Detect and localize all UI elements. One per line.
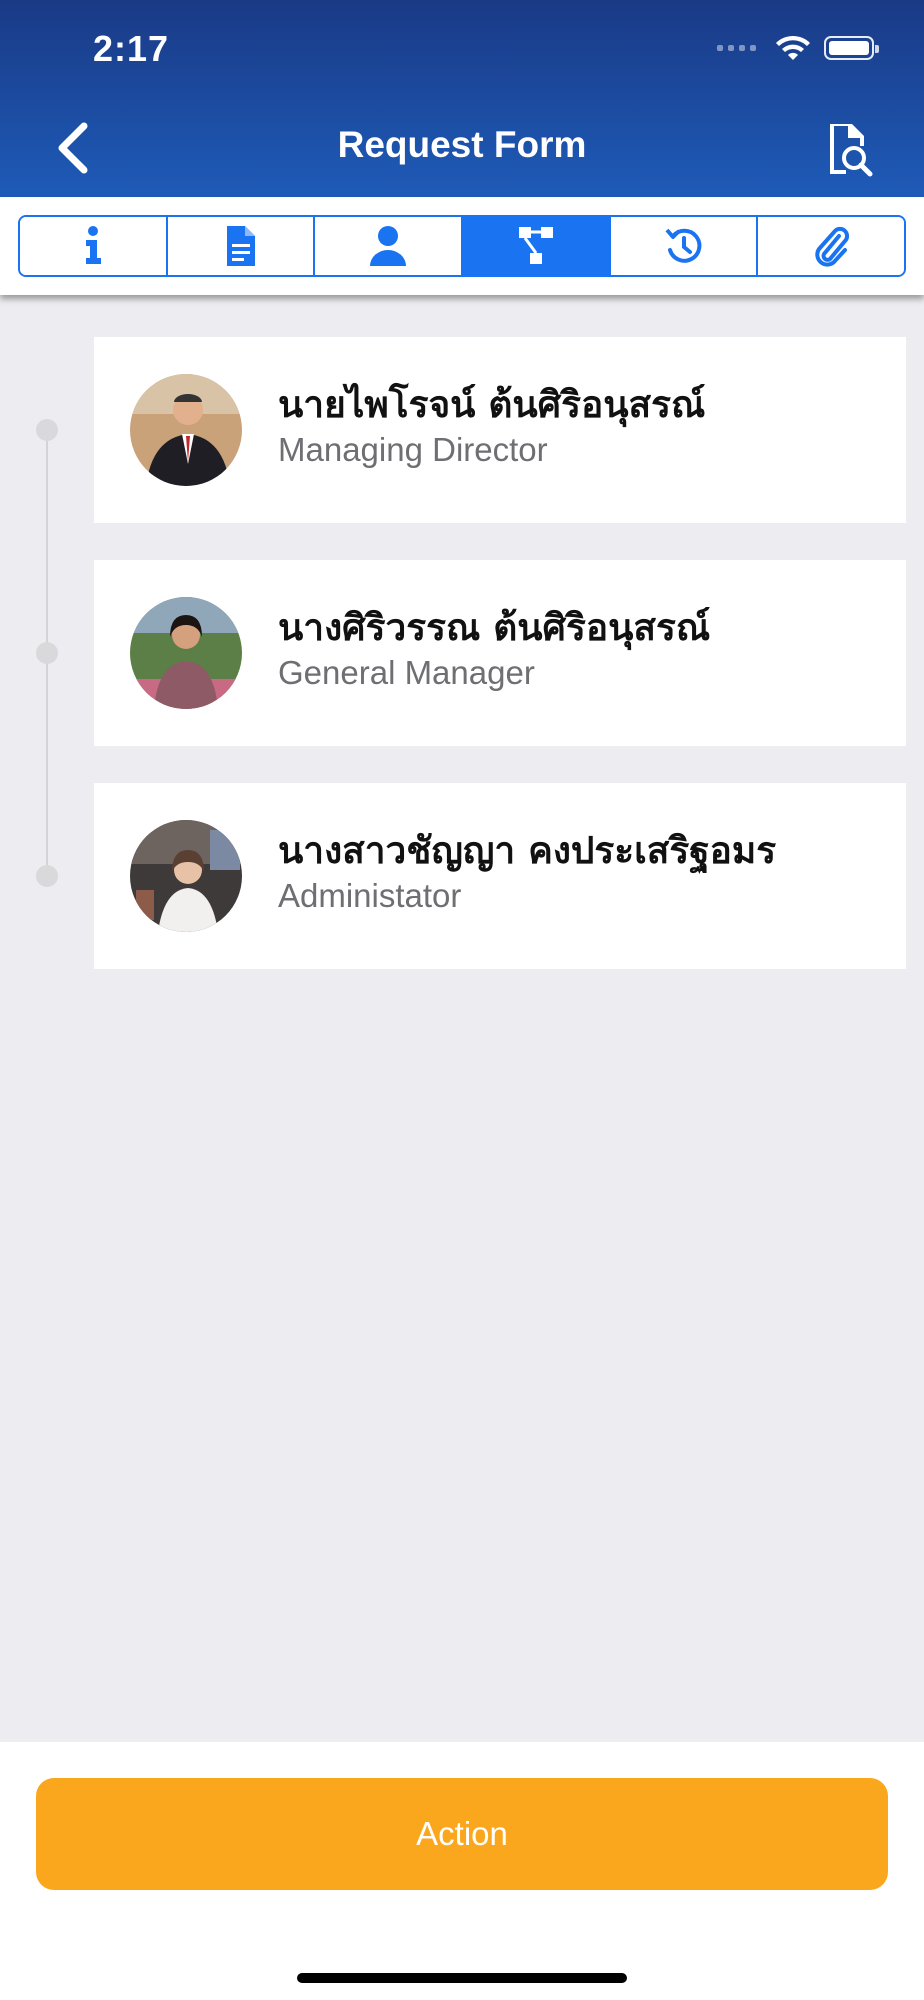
approver-card[interactable]: นางสาวชัญญา คงประเสริฐอมร Administator <box>94 783 906 969</box>
tab-history[interactable] <box>610 217 759 275</box>
info-icon <box>85 226 101 264</box>
tab-attachment[interactable] <box>758 217 904 275</box>
app-header: 2:17 Request Form <box>0 0 924 197</box>
document-icon <box>226 226 255 266</box>
approver-role: General Manager <box>278 654 535 691</box>
approver-card[interactable]: นายไพโรจน์ ต้นศิริอนุสรณ์ Managing Direc… <box>94 337 906 523</box>
bottom-action-area: Action <box>0 1742 924 2000</box>
approver-name: นางศิริวรรณ ต้นศิริอนุสรณ์ <box>278 606 711 649</box>
status-icons <box>717 34 879 62</box>
wifi-icon <box>776 35 810 60</box>
approver-name: นายไพโรจน์ ต้นศิริอนุสรณ์ <box>278 383 706 426</box>
workflow-icon <box>518 227 553 264</box>
document-search-icon <box>830 124 873 177</box>
signal-icon <box>717 45 756 51</box>
avatar <box>130 820 242 932</box>
approver-card[interactable]: นางศิริวรรณ ต้นศิริอนุสรณ์ General Manag… <box>94 560 906 746</box>
tab-info[interactable] <box>20 217 168 275</box>
timeline-dot <box>36 642 58 664</box>
approver-role: Managing Director <box>278 431 548 468</box>
avatar <box>130 597 242 709</box>
home-indicator <box>297 1973 627 1983</box>
document-preview-button[interactable] <box>826 122 876 178</box>
history-icon <box>664 228 701 263</box>
timeline-dot <box>36 419 58 441</box>
segmented-tab-bar <box>18 215 906 277</box>
battery-icon <box>824 36 879 60</box>
tab-bar-container <box>0 197 924 295</box>
status-time: 2:17 <box>93 28 170 69</box>
paperclip-icon <box>815 226 850 267</box>
tab-workflow[interactable] <box>463 217 611 275</box>
tab-person[interactable] <box>315 217 464 275</box>
page-title: Request Form <box>337 124 587 165</box>
approver-role: Administator <box>278 877 462 914</box>
avatar <box>130 374 242 486</box>
tab-document[interactable] <box>167 217 316 275</box>
action-button[interactable]: Action <box>36 1778 888 1890</box>
timeline-dot <box>36 865 58 887</box>
person-icon <box>370 226 407 266</box>
approver-name: นางสาวชัญญา คงประเสริฐอมร <box>278 829 777 872</box>
